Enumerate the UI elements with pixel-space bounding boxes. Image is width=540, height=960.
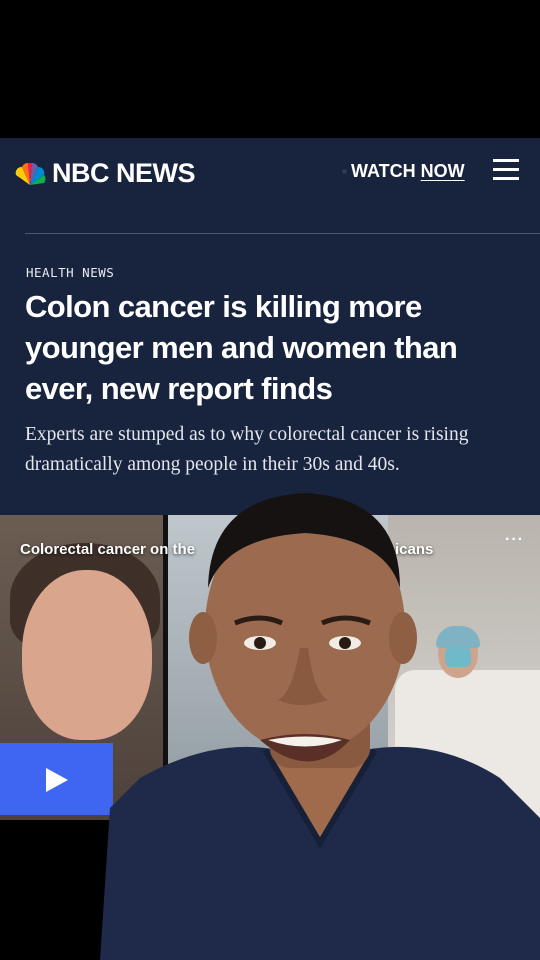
play-icon (46, 768, 68, 792)
menu-icon[interactable] (493, 159, 521, 181)
watch-label: WATCH (351, 161, 416, 181)
watch-now-link[interactable]: WATCH NOW (342, 161, 465, 182)
play-button[interactable] (0, 743, 113, 815)
article-dek: Experts are stumped as to why colorectal… (25, 424, 469, 475)
section-label[interactable]: HEALTH NEWS (26, 265, 114, 280)
nbc-news-logo[interactable]: NBC NEWS (12, 158, 196, 189)
article-headline: Colon cancer is killing more younger men… (25, 289, 458, 406)
top-letterbox (0, 0, 540, 138)
header-divider (25, 233, 540, 234)
article-screenshot: NBC NEWS WATCH NOW HEALTH NEWS Colon can… (0, 138, 540, 515)
peacock-logo-icon (15, 162, 46, 185)
site-header: NBC NEWS WATCH NOW (0, 138, 540, 208)
live-dot-icon (342, 169, 347, 174)
now-label: NOW (420, 161, 465, 181)
presenter-figure (100, 493, 540, 960)
brand-name: NBC NEWS (52, 158, 196, 188)
